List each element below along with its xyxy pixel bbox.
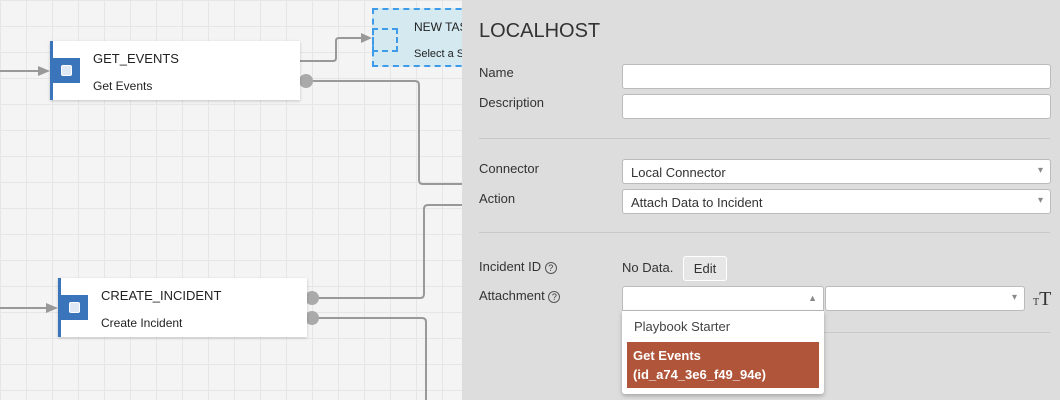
task-type-icon bbox=[61, 295, 88, 320]
description-input[interactable] bbox=[622, 94, 1051, 119]
help-icon[interactable]: ? bbox=[544, 262, 557, 274]
name-input[interactable] bbox=[622, 64, 1051, 89]
node-subtitle: Get Events bbox=[93, 79, 153, 93]
action-label: Action bbox=[479, 191, 516, 206]
node-title: GET_EVENTS bbox=[93, 51, 179, 66]
help-icon[interactable]: ? bbox=[548, 291, 561, 303]
connector-select[interactable]: Local Connector bbox=[622, 159, 1051, 184]
panel-title: LOCALHOST bbox=[479, 20, 601, 42]
incident-id-label: Incident ID ? bbox=[479, 259, 557, 274]
name-label: Name bbox=[479, 65, 514, 80]
node-subtitle: Select a Step bbox=[414, 48, 462, 60]
chevron-up-icon: ▲ bbox=[808, 293, 817, 303]
action-select[interactable]: Attach Data to Incident bbox=[622, 189, 1051, 214]
attachment-source-select[interactable]: ▲ bbox=[622, 286, 824, 311]
connector-label: Connector bbox=[479, 161, 539, 176]
option-id: (id_a74_3e6_f49_94e) bbox=[633, 367, 766, 382]
attachment-dropdown-list: Playbook Starter Get Events (id_a74_3e6_f… bbox=[622, 311, 824, 394]
option-label: Get Events bbox=[633, 348, 701, 363]
task-node-get-events[interactable]: GET_EVENTS Get Events bbox=[50, 41, 300, 100]
task-type-icon bbox=[53, 58, 80, 83]
task-config-panel: LOCALHOST Name Description Connector Loc… bbox=[462, 0, 1060, 400]
incident-id-value: No Data. bbox=[622, 260, 674, 275]
task-node-create-incident[interactable]: CREATE_INCIDENT Create Incident bbox=[58, 278, 307, 337]
divider bbox=[479, 138, 1050, 139]
node-subtitle: Create Incident bbox=[101, 316, 183, 330]
action-value: Attach Data to Incident bbox=[631, 195, 763, 210]
description-label: Description bbox=[479, 95, 545, 110]
divider bbox=[824, 332, 1050, 333]
playbook-canvas[interactable]: GET_EVENTS Get Events CREATE_INCIDENT Cr… bbox=[0, 0, 462, 400]
option-get-events[interactable]: Get Events (id_a74_3e6_f49_94e) bbox=[627, 342, 819, 388]
placeholder-icon bbox=[372, 28, 398, 52]
divider bbox=[479, 232, 1050, 233]
attachment-label: Attachment ? bbox=[479, 288, 561, 303]
connector-value: Local Connector bbox=[631, 165, 726, 180]
attachment-field-select[interactable] bbox=[825, 286, 1025, 311]
attachment-text: Attachment bbox=[479, 288, 545, 303]
edit-button[interactable]: Edit bbox=[683, 256, 727, 281]
node-title: NEW TASK bbox=[414, 20, 462, 34]
node-title: CREATE_INCIDENT bbox=[101, 288, 222, 303]
text-format-icon[interactable]: TT bbox=[1033, 288, 1051, 311]
option-playbook-starter[interactable]: Playbook Starter bbox=[634, 319, 730, 334]
incident-id-text: Incident ID bbox=[479, 259, 542, 274]
new-task-node[interactable]: NEW TASK Select a Step bbox=[372, 8, 462, 67]
